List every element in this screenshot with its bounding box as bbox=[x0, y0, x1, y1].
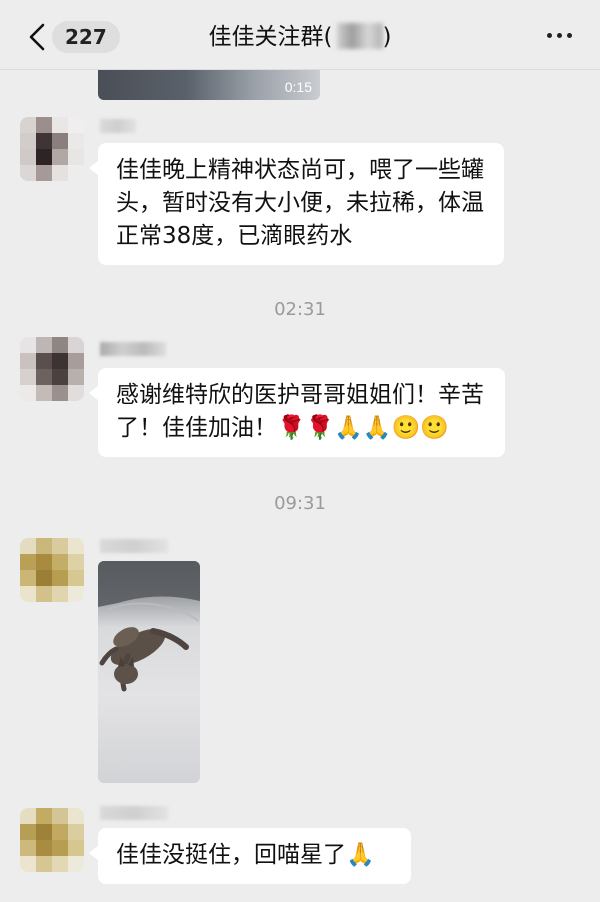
sender-name-redacted bbox=[100, 342, 166, 356]
message-bubble[interactable]: 感谢维特欣的医护哥哥姐姐们！辛苦了！佳佳加油！🌹🌹🙏🙏🙂🙂 bbox=[89, 368, 505, 457]
message-bubble[interactable]: 佳佳晚上精神状态尚可，喂了一些罐头，暂时没有大小便，未拉稀，体温正常38度，已滴… bbox=[89, 143, 504, 265]
message-bubble[interactable]: 佳佳没挺住，回喵星了🙏 bbox=[89, 828, 411, 884]
avatar[interactable] bbox=[20, 117, 84, 181]
avatar[interactable] bbox=[20, 538, 84, 602]
chat-title: 佳佳关注群() bbox=[0, 21, 600, 53]
avatar[interactable] bbox=[20, 337, 84, 401]
sender-name-redacted bbox=[100, 539, 168, 553]
sender-name-redacted bbox=[100, 806, 168, 820]
timestamp: 02:31 bbox=[274, 299, 326, 320]
video-message[interactable]: 0:15 bbox=[98, 70, 320, 100]
avatar[interactable] bbox=[20, 808, 84, 872]
cat-photo-illustration bbox=[98, 561, 200, 692]
timestamp: 09:31 bbox=[274, 493, 326, 514]
more-dots-icon[interactable] bbox=[547, 33, 572, 38]
redacted-member-count bbox=[336, 23, 383, 49]
chat-title-text: 佳佳关注群( bbox=[208, 24, 333, 50]
sender-name-redacted bbox=[100, 119, 136, 133]
chat-header: 227 佳佳关注群() bbox=[0, 0, 600, 70]
cat-photo[interactable] bbox=[98, 561, 200, 783]
chat-title-suffix: ) bbox=[382, 24, 392, 50]
video-duration: 0:15 bbox=[284, 79, 312, 95]
